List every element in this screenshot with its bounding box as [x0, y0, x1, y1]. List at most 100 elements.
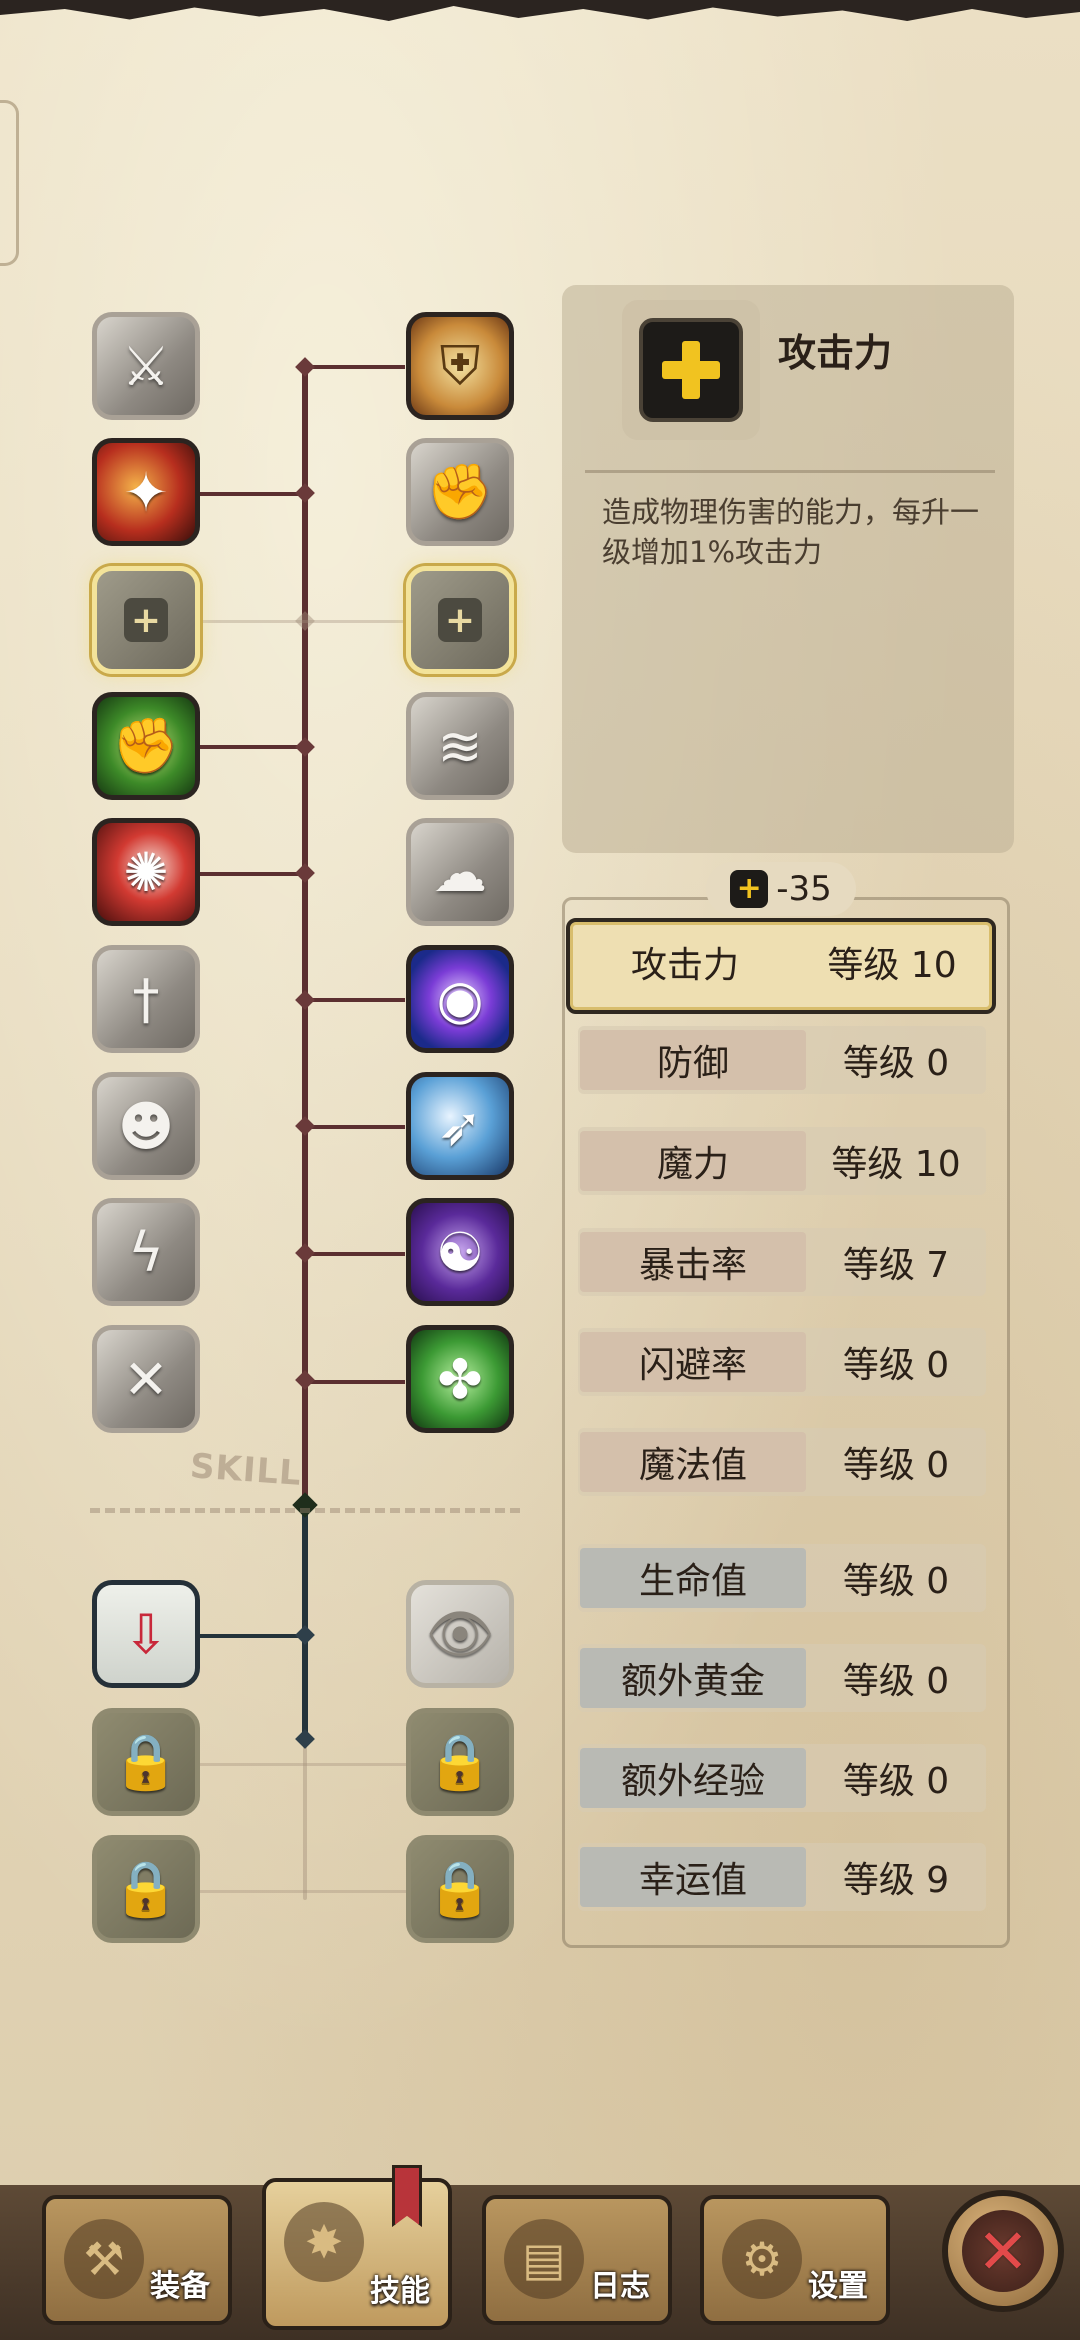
icon-glyph: ◉ [436, 967, 484, 1031]
tab-label: 技能 [370, 2274, 430, 2309]
tree-link [305, 620, 405, 623]
icon-glyph: ✕ [123, 1347, 169, 1411]
points-plus-icon: + [730, 870, 769, 908]
tree-link [200, 1634, 305, 1638]
stat-level: 等级 0 [842, 1661, 950, 1702]
tree-link [305, 365, 405, 369]
icon-glyph: 👁 [425, 1602, 495, 1665]
locked-hand-icon[interactable]: 🔒 [406, 1835, 514, 1943]
icon-glyph: ✺ [123, 840, 169, 904]
slash-skill-icon[interactable]: ⚔ [92, 312, 200, 420]
green-clover-skill-icon[interactable]: ✤ [406, 1325, 514, 1433]
stat-name: 额外经验 [580, 1748, 806, 1808]
lock-icon: 🔒 [426, 1730, 494, 1793]
stat-name: 闪避率 [580, 1332, 806, 1392]
muscle-skill-icon[interactable]: ✊ [92, 692, 200, 800]
locked-pedestal-icon[interactable]: 🔒 [92, 1708, 200, 1816]
dash-skill-icon[interactable]: ≋ [406, 692, 514, 800]
locked-cup-icon[interactable]: 🔒 [92, 1835, 200, 1943]
stickman-skill-icon[interactable]: ☻ [92, 1072, 200, 1180]
tree-spine-upper [302, 360, 308, 1500]
tree-link [305, 998, 405, 1002]
tree-link [305, 1252, 405, 1256]
lock-icon: 🔒 [426, 1857, 494, 1920]
stat-level: 等级 10 [831, 1144, 961, 1185]
attack-plus-icon [639, 318, 743, 422]
stat-name: 生命值 [580, 1548, 806, 1608]
icon-glyph: † [132, 967, 160, 1031]
tree-node [295, 483, 315, 503]
stat-level: 等级 0 [842, 1043, 950, 1084]
tab-settings[interactable]: ⚙ 设置 [700, 2195, 890, 2325]
icon-glyph: ✊ [426, 460, 494, 523]
tree-link [200, 745, 305, 749]
tree-link [200, 620, 305, 623]
stat-row-magic-power[interactable]: 魔力 等级 10 [578, 1127, 986, 1195]
stat-row-extra-exp[interactable]: 额外经验 等级 0 [578, 1744, 986, 1812]
skill-detail-title: 攻击力 [778, 331, 893, 375]
tree-node-junction [292, 1492, 318, 1518]
tree-node [295, 1243, 315, 1263]
stat-name: 额外黄金 [580, 1648, 806, 1708]
tab-skills[interactable]: ✸ 技能 [262, 2178, 452, 2330]
tree-node [295, 737, 315, 757]
red-arrow-pedestal-icon[interactable]: ⇩ [92, 1580, 200, 1688]
stat-row-health[interactable]: 生命值 等级 0 [578, 1544, 986, 1612]
icon-glyph: ☁ [433, 840, 487, 904]
stat-row-dodge-rate[interactable]: 闪避率 等级 0 [578, 1328, 986, 1396]
purple-orb-skill-icon[interactable]: ☯ [406, 1198, 514, 1306]
tier-divider [90, 1508, 520, 1513]
tree-spine-lower [302, 1500, 308, 1740]
stat-row-attack[interactable]: 攻击力 等级 10 [566, 918, 996, 1014]
smoke-skill-icon[interactable]: ☁ [406, 818, 514, 926]
stat-row-mana[interactable]: 魔法值 等级 0 [578, 1428, 986, 1496]
tree-node [295, 1729, 315, 1749]
icon-glyph: ☻ [117, 1094, 175, 1158]
close-button[interactable]: ✕ [942, 2190, 1064, 2312]
tab-label: 日志 [590, 2269, 650, 2304]
defense-upgrade-skill-icon[interactable]: + [406, 566, 514, 674]
lock-icon: 🔒 [112, 1857, 180, 1920]
stat-row-crit-rate[interactable]: 暴击率 等级 7 [578, 1228, 986, 1296]
plus-icon: + [124, 598, 168, 642]
fire-strike-skill-icon[interactable]: ✦ [92, 438, 200, 546]
locked-eye-pedestal-icon[interactable]: 🔒 [406, 1708, 514, 1816]
rage-skill-icon[interactable]: ✺ [92, 818, 200, 926]
blades-skill-icon[interactable]: ✕ [92, 1325, 200, 1433]
tree-link [305, 1380, 405, 1384]
stat-level: 等级 10 [827, 945, 957, 986]
tab-journal[interactable]: ▤ 日志 [482, 2195, 672, 2325]
stat-name: 攻击力 [630, 945, 739, 986]
stat-level: 等级 0 [842, 1561, 950, 1602]
eye-pedestal-icon[interactable]: 👁 [406, 1580, 514, 1688]
icon-glyph: ➶ [437, 1094, 483, 1158]
stat-name: 魔力 [580, 1131, 806, 1191]
tab-equipment[interactable]: ⚒ 装备 [42, 2195, 232, 2325]
close-icon: ✕ [962, 2210, 1044, 2292]
skill-detail-icon-frame [622, 300, 760, 440]
tree-link [200, 872, 305, 876]
icon-glyph: ✊ [112, 714, 180, 777]
sword-wave-skill-icon[interactable]: ➶ [406, 1072, 514, 1180]
stat-row-defense[interactable]: 防御 等级 0 [578, 1026, 986, 1094]
icon-glyph: ☯ [435, 1220, 485, 1284]
lightning-skill-icon[interactable]: ϟ [92, 1198, 200, 1306]
tree-node [295, 1625, 315, 1645]
tree-node [295, 1116, 315, 1136]
stat-row-luck[interactable]: 幸运值 等级 9 [578, 1843, 986, 1911]
journal-icon: ▤ [504, 2219, 584, 2299]
attack-upgrade-skill-icon[interactable]: + [92, 566, 200, 674]
stat-row-extra-gold[interactable]: 额外黄金 等级 0 [578, 1644, 986, 1712]
sword-skill-icon[interactable]: † [92, 945, 200, 1053]
eye-magic-skill-icon[interactable]: ◉ [406, 945, 514, 1053]
tab-label: 设置 [808, 2269, 868, 2304]
stat-name: 暴击率 [580, 1232, 806, 1292]
tab-label: 装备 [150, 2269, 210, 2304]
icon-glyph: ϟ [128, 1220, 164, 1284]
tree-node [295, 863, 315, 883]
punch-skill-icon[interactable]: ✊ [406, 438, 514, 546]
tree-node [295, 1370, 315, 1390]
shield-skill-icon[interactable]: ⛨ [406, 312, 514, 420]
gear-icon: ⚙ [722, 2219, 802, 2299]
skill-points-value: -35 [776, 869, 832, 909]
